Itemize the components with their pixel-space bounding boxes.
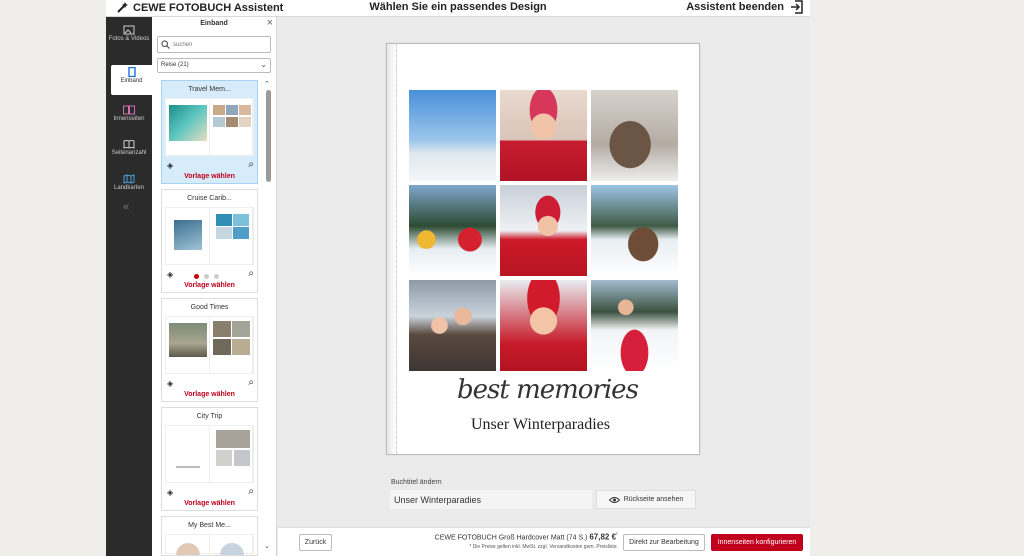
carousel-dots (194, 274, 219, 279)
category-select-value: Reise (21) (161, 62, 189, 68)
back-button[interactable]: Zurück (299, 534, 332, 551)
product-name: CEWE FOTOBUCH Groß Hardcover Matt (74 S.… (434, 534, 588, 542)
exit-icon (791, 0, 803, 14)
diamond-icon: ◈ (167, 379, 174, 388)
chevron-down-icon[interactable]: ⌄ (264, 542, 270, 550)
template-list: Travel Mem... ◈ ⌕ Vorlage wählen Cruise … (161, 80, 258, 556)
template-preview (165, 98, 254, 156)
panel-title: Einband (200, 20, 228, 27)
chevron-down-icon: ⌄ (260, 60, 267, 69)
preview-canvas: best memories Unser Winterparadies Bucht… (278, 17, 810, 527)
diamond-icon: ◈ (167, 270, 174, 279)
nav-label-maps: Landkarten (113, 185, 145, 191)
nav-item-cover[interactable]: Einband (111, 65, 152, 95)
diamond-icon: ◈ (167, 161, 174, 170)
chevron-up-icon[interactable]: ⌃ (264, 80, 270, 88)
view-backside-button[interactable]: Rückseite ansehen (596, 490, 696, 509)
template-name: Good Times (190, 304, 229, 311)
left-navigation: Fotos & Videos Einband Innenseiten Seite… (106, 17, 152, 556)
template-list-scrollbar[interactable]: ⌃ ⌄ (264, 80, 274, 550)
view-backside-label: Rückseite ansehen (623, 496, 684, 503)
choose-template-link[interactable]: Vorlage wählen (162, 173, 257, 180)
title-field-label: Buchtitel ändern (391, 479, 442, 486)
map-icon (123, 174, 135, 184)
top-bar: CEWE FOTOBUCH Assistent Wählen Sie ein p… (106, 0, 810, 17)
price-footnote-mark: ¹ (616, 532, 618, 538)
template-name: Cruise Carib... (187, 195, 232, 202)
close-icon[interactable]: × (267, 17, 273, 29)
nav-label-page-count: Seitenanzahl (111, 150, 147, 156)
choose-template-link[interactable]: Vorlage wählen (162, 500, 257, 507)
photo-tile (500, 280, 587, 371)
template-card[interactable]: Good Times ◈ ⌕ Vorlage wählen (161, 298, 258, 402)
direct-edit-button[interactable]: Direkt zur Bearbeitung (623, 534, 705, 551)
nav-label-photos: Fotos & Videos (108, 36, 150, 42)
page-count-icon (123, 140, 135, 149)
book-spine (387, 44, 397, 454)
photo-tile (500, 90, 587, 181)
zoom-icon[interactable]: ⌕ (248, 268, 254, 279)
template-card[interactable]: City Trip ◈ ⌕ Vorlage wählen (161, 407, 258, 511)
app-window: CEWE FOTOBUCH Assistent Wählen Sie ein p… (106, 0, 810, 556)
double-chevron-left-icon[interactable]: « (123, 201, 129, 213)
diamond-icon: ◈ (167, 488, 174, 497)
configure-inner-pages-button[interactable]: Innenseiten konfigurieren (711, 534, 803, 551)
search-box (157, 36, 271, 53)
book-title-input[interactable] (390, 490, 592, 509)
template-card[interactable]: Cruise Carib... ◈ ⌕ Vorlage wählen (161, 189, 258, 293)
cover-panel: Einband × Reise (21) ⌄ Travel Mem... (152, 17, 277, 556)
photos-icon (123, 25, 135, 35)
zoom-icon[interactable]: ⌕ (248, 486, 254, 497)
exit-assistant-label: Assistent beenden (686, 1, 784, 13)
zoom-icon[interactable]: ⌕ (248, 377, 254, 388)
inner-pages-icon (123, 105, 135, 115)
template-preview (165, 425, 254, 483)
photo-tile (591, 90, 678, 181)
search-icon (161, 40, 170, 49)
photo-tile (591, 185, 678, 276)
book-cover-preview: best memories Unser Winterparadies (386, 43, 700, 455)
photo-tile (500, 185, 587, 276)
nav-item-maps[interactable]: Landkarten (106, 172, 152, 202)
category-select[interactable]: Reise (21) ⌄ (157, 58, 271, 73)
photo-tile (409, 90, 496, 181)
product-summary: CEWE FOTOBUCH Groß Hardcover Matt (74 S.… (418, 532, 618, 541)
photo-tile (409, 280, 496, 371)
nav-label-cover: Einband (120, 78, 143, 84)
book-subtitle: Unser Winterparadies (471, 416, 611, 433)
nav-item-photos[interactable]: Fotos & Videos (106, 23, 152, 53)
zoom-icon[interactable]: ⌕ (248, 159, 254, 170)
template-preview (165, 207, 254, 265)
exit-assistant-button[interactable]: Assistent beenden (686, 0, 804, 14)
template-name: City Trip (196, 413, 223, 420)
nav-item-inner-pages[interactable]: Innenseiten (106, 103, 152, 133)
template-name: Travel Mem... (188, 86, 231, 93)
photo-tile (409, 185, 496, 276)
scrollbar-thumb[interactable] (266, 90, 271, 182)
price-note: * Die Preise gelten inkl. MwSt. zzgl. Ve… (469, 544, 618, 550)
nav-item-page-count[interactable]: Seitenanzahl (106, 137, 152, 167)
photo-grid (409, 90, 679, 371)
template-card[interactable]: My Best Me... (161, 516, 258, 556)
template-name: My Best Me... (188, 522, 231, 529)
choose-template-link[interactable]: Vorlage wählen (162, 282, 257, 289)
book-script-title: best memories (457, 375, 639, 405)
product-price: 67,82 € (589, 532, 617, 542)
template-preview (165, 316, 254, 374)
photo-tile (591, 280, 678, 371)
bottom-bar: Zurück CEWE FOTOBUCH Groß Hardcover Matt… (278, 527, 810, 556)
nav-label-inner-pages: Innenseiten (113, 116, 145, 122)
cover-icon (127, 67, 136, 77)
choose-template-link[interactable]: Vorlage wählen (162, 391, 257, 398)
template-card[interactable]: Travel Mem... ◈ ⌕ Vorlage wählen (161, 80, 258, 184)
search-input[interactable] (173, 41, 268, 48)
eye-icon (608, 496, 620, 503)
template-preview (165, 534, 254, 555)
